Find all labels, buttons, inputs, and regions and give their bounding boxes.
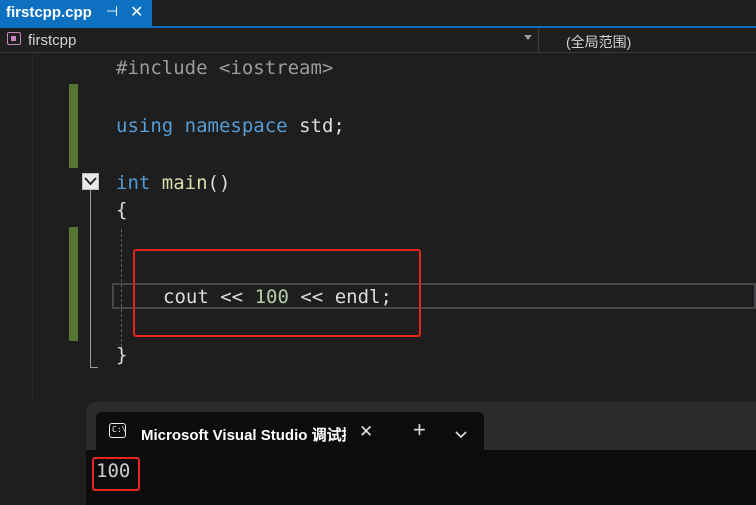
keyword-using: using xyxy=(116,115,174,137)
new-tab-icon[interactable]: + xyxy=(413,419,426,441)
terminal-titlebar: C:\ Microsoft Visual Studio 调试控制台 ✕ + xyxy=(86,402,756,452)
namespace-std: std; xyxy=(299,115,345,137)
pin-icon[interactable]: ⊣ xyxy=(106,3,118,20)
debug-console-window: C:\ Microsoft Visual Studio 调试控制台 ✕ + 10… xyxy=(86,402,756,505)
terminal-tab-title: Microsoft Visual Studio 调试控制台 xyxy=(141,427,346,444)
document-tab-firstcpp[interactable]: firstcpp.cpp ⊣ ✕ xyxy=(0,0,152,26)
fold-guide-end xyxy=(90,367,98,368)
annotation-output-box xyxy=(92,457,140,491)
console-icon: C:\ xyxy=(109,423,126,438)
collapse-icon[interactable] xyxy=(82,173,99,190)
fold-guide xyxy=(90,190,91,368)
project-icon xyxy=(7,32,21,45)
code-line-include: #include <iostream> xyxy=(116,55,333,81)
keyword-int: int xyxy=(116,172,151,194)
code-line-open-brace: { xyxy=(116,199,128,221)
preprocessor-directive: #include xyxy=(116,57,208,79)
close-icon[interactable]: ✕ xyxy=(359,422,373,442)
scope-label: (全局范围) xyxy=(566,34,632,50)
document-tab-bar: firstcpp.cpp ⊣ ✕ xyxy=(0,0,756,28)
chevron-down-icon[interactable] xyxy=(524,35,532,40)
change-marker xyxy=(69,84,78,168)
function-main: main xyxy=(161,172,208,194)
chevron-down-icon[interactable] xyxy=(455,426,467,444)
code-line-main: int main() xyxy=(116,170,230,196)
code-line-close-brace: } xyxy=(116,344,128,366)
change-marker xyxy=(69,227,78,341)
code-editor[interactable]: #include <iostream> using namespace std;… xyxy=(0,53,756,400)
parens: () xyxy=(207,172,231,194)
project-dropdown[interactable]: firstcpp xyxy=(2,28,539,52)
keyword-namespace: namespace xyxy=(184,115,288,137)
include-header: <iostream> xyxy=(218,57,334,79)
navigation-bar: firstcpp (全局范围) xyxy=(0,28,756,53)
close-tab-icon[interactable]: ✕ xyxy=(130,2,143,22)
code-line-using: using namespace std; xyxy=(116,113,345,139)
document-tab-label: firstcpp.cpp xyxy=(6,4,92,21)
project-name: firstcpp xyxy=(28,32,77,49)
editor-gutter xyxy=(0,53,33,400)
annotation-highlight-box xyxy=(133,249,421,337)
